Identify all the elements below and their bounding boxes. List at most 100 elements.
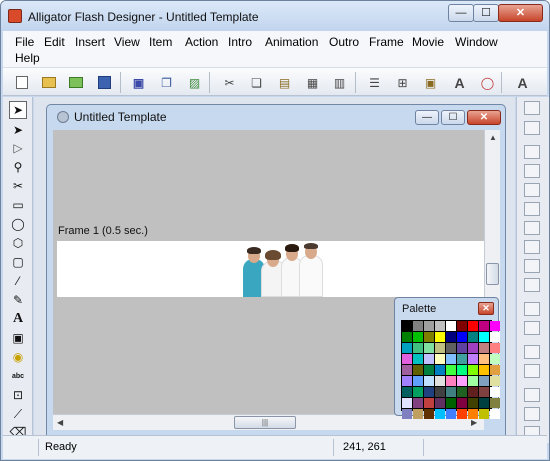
child-close-button[interactable]: ✕	[467, 110, 501, 125]
color-swatch[interactable]	[457, 343, 467, 353]
color-swatch[interactable]	[490, 398, 500, 408]
align-bottom-icon[interactable]	[524, 121, 540, 135]
node-select-icon[interactable]: ▷	[9, 139, 27, 157]
color-swatch[interactable]	[435, 332, 445, 342]
color-swatch[interactable]	[457, 387, 467, 397]
color-swatch[interactable]	[413, 409, 423, 419]
align-icon[interactable]: ☰	[365, 73, 384, 92]
rectangle-icon[interactable]: ▭	[9, 196, 27, 214]
color-swatch[interactable]	[446, 343, 456, 353]
menu-window[interactable]: Window	[455, 35, 498, 50]
color-swatch[interactable]	[413, 398, 423, 408]
save-disk-icon[interactable]	[95, 73, 114, 92]
color-swatch[interactable]	[490, 365, 500, 375]
color-swatch[interactable]	[490, 332, 500, 342]
color-swatch[interactable]	[435, 398, 445, 408]
menu-intro[interactable]: Intro	[228, 35, 252, 50]
menu-edit[interactable]: Edit	[44, 35, 65, 50]
color-swatch[interactable]	[424, 387, 434, 397]
doctors-image[interactable]	[239, 243, 325, 297]
color-swatch[interactable]	[446, 354, 456, 364]
color-swatch[interactable]	[446, 387, 456, 397]
color-swatch[interactable]	[468, 343, 478, 353]
color-swatch[interactable]	[479, 409, 489, 419]
menu-frame[interactable]: Frame	[369, 35, 404, 50]
color-swatch[interactable]	[490, 354, 500, 364]
palette-close-button[interactable]: ✕	[478, 302, 494, 315]
color-swatch[interactable]	[468, 409, 478, 419]
color-swatch[interactable]	[424, 376, 434, 386]
color-swatch[interactable]	[446, 332, 456, 342]
menu-animation[interactable]: Animation	[265, 35, 318, 50]
color-swatch[interactable]	[479, 398, 489, 408]
scroll-up-icon[interactable]: ▲	[489, 133, 497, 142]
color-swatch[interactable]	[457, 376, 467, 386]
button-tool-icon[interactable]: ⊡	[9, 386, 27, 404]
export-icon[interactable]: ❐	[157, 73, 176, 92]
copy-icon[interactable]: ❏	[247, 73, 266, 92]
close-button[interactable]: ✕	[498, 4, 543, 22]
open-folder-icon[interactable]	[39, 73, 58, 92]
color-swatch[interactable]	[413, 332, 423, 342]
color-swatch[interactable]	[490, 343, 500, 353]
same-height-icon[interactable]	[524, 364, 540, 378]
color-swatch[interactable]	[468, 387, 478, 397]
minimize-button[interactable]: —	[448, 4, 474, 22]
duplicate-icon[interactable]: ▦	[303, 73, 322, 92]
align-middle-icon[interactable]	[524, 202, 540, 216]
distribute-horizontal-icon[interactable]	[524, 221, 540, 235]
color-swatch[interactable]	[402, 387, 412, 397]
cut-icon[interactable]: ✂	[220, 73, 239, 92]
menu-action[interactable]: Action	[185, 35, 218, 50]
color-swatch[interactable]	[468, 354, 478, 364]
color-swatch[interactable]	[479, 332, 489, 342]
polygon-icon[interactable]: ⬡	[9, 234, 27, 252]
color-swatch[interactable]	[468, 365, 478, 375]
paste-icon[interactable]: ▤	[275, 73, 294, 92]
abc-text-icon[interactable]: abc	[9, 367, 27, 385]
color-swatch[interactable]	[402, 321, 412, 331]
color-swatch[interactable]	[446, 365, 456, 375]
text-effect-icon[interactable]: A	[513, 73, 532, 92]
menu-insert[interactable]: Insert	[75, 35, 105, 50]
child-minimize-button[interactable]: —	[415, 110, 439, 125]
pointer-icon[interactable]: ➤	[9, 121, 27, 139]
scroll-left-icon[interactable]: ◀	[57, 418, 63, 427]
color-swatch[interactable]	[446, 409, 456, 419]
image-frame-icon[interactable]: ▣	[9, 329, 27, 347]
color-swatch[interactable]	[402, 398, 412, 408]
properties-icon[interactable]: ▣	[421, 73, 440, 92]
color-swatch[interactable]	[457, 398, 467, 408]
distribute-vertical-icon[interactable]	[524, 240, 540, 254]
flip-vertical-icon[interactable]	[524, 407, 540, 421]
color-swatch[interactable]	[479, 365, 489, 375]
color-swatch[interactable]	[468, 376, 478, 386]
new-file-icon[interactable]	[12, 73, 31, 92]
color-swatch[interactable]	[479, 343, 489, 353]
menu-outro[interactable]: Outro	[329, 35, 359, 50]
align-center-icon[interactable]	[524, 164, 540, 178]
menu-movie[interactable]: Movie	[412, 35, 444, 50]
color-swatch[interactable]	[413, 354, 423, 364]
bring-forward-icon[interactable]	[524, 302, 540, 316]
rounded-rectangle-icon[interactable]: ▢	[9, 253, 27, 271]
template-window-title[interactable]: Untitled Template	[57, 110, 167, 128]
menu-item[interactable]: Item	[149, 35, 172, 50]
color-swatch[interactable]	[402, 409, 412, 419]
grid-icon[interactable]	[524, 278, 540, 292]
color-swatch[interactable]	[424, 343, 434, 353]
menu-view[interactable]: View	[114, 35, 140, 50]
group-icon[interactable]: ⊞	[393, 73, 412, 92]
color-swatch[interactable]	[479, 376, 489, 386]
color-swatch[interactable]	[435, 321, 445, 331]
child-maximize-button[interactable]: ☐	[441, 110, 465, 125]
color-swatch[interactable]	[413, 321, 423, 331]
color-swatch[interactable]	[424, 409, 434, 419]
color-swatch[interactable]	[435, 409, 445, 419]
maximize-button[interactable]: ☐	[473, 4, 499, 22]
zoom-icon[interactable]: ⚲	[9, 158, 27, 176]
color-swatch[interactable]	[413, 343, 423, 353]
text-icon[interactable]: A	[9, 310, 27, 328]
color-swatch[interactable]	[446, 321, 456, 331]
color-swatch[interactable]	[468, 398, 478, 408]
